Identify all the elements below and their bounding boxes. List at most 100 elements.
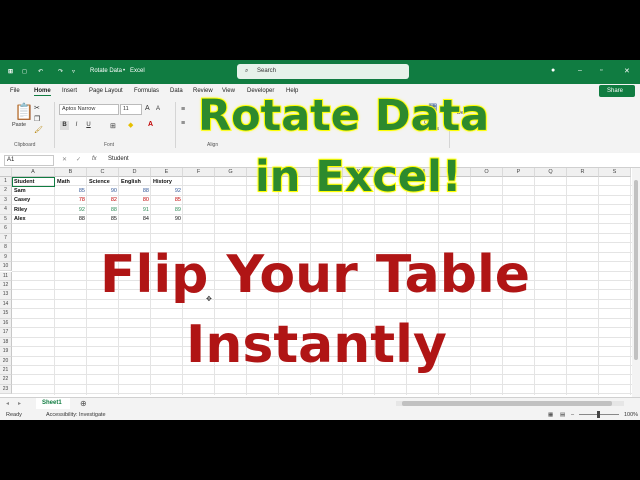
sheet-scroll-right-icon[interactable]: ▸ bbox=[18, 400, 21, 407]
formula-input[interactable]: Student bbox=[108, 156, 129, 162]
table-cell[interactable]: 85 bbox=[55, 188, 85, 194]
column-header[interactable]: F bbox=[183, 168, 215, 177]
table-cell[interactable]: Casey bbox=[14, 197, 30, 203]
table-cell[interactable]: 89 bbox=[151, 207, 181, 213]
table-cell[interactable]: 92 bbox=[55, 207, 85, 213]
vertical-scrollbar[interactable] bbox=[632, 168, 640, 400]
font-size-select[interactable]: 11 bbox=[120, 104, 142, 115]
column-header[interactable]: S bbox=[599, 168, 631, 177]
tab-file[interactable]: File bbox=[10, 88, 20, 94]
close-icon[interactable]: ✕ bbox=[624, 67, 630, 75]
sheet-scroll-left-icon[interactable]: ◂ bbox=[6, 400, 9, 407]
row-header[interactable]: 3 bbox=[0, 195, 12, 206]
row-header[interactable]: 9 bbox=[0, 252, 12, 263]
table-cell[interactable]: 88 bbox=[119, 188, 149, 194]
row-header[interactable]: 16 bbox=[0, 318, 12, 329]
font-name-select[interactable]: Aptos Narrow bbox=[59, 104, 119, 115]
select-all-corner[interactable] bbox=[0, 168, 12, 177]
table-cell[interactable]: 91 bbox=[119, 207, 149, 213]
column-header[interactable]: Q bbox=[535, 168, 567, 177]
zoom-level[interactable]: 100% bbox=[624, 412, 638, 418]
italic-button[interactable]: I bbox=[72, 121, 81, 130]
column-header[interactable]: D bbox=[119, 168, 151, 177]
column-header[interactable]: E bbox=[151, 168, 183, 177]
table-cell[interactable]: 82 bbox=[87, 197, 117, 203]
column-header[interactable]: C bbox=[87, 168, 119, 177]
font-color-icon[interactable]: A bbox=[148, 121, 153, 128]
maximize-icon[interactable]: ▫ bbox=[600, 67, 602, 74]
minimize-icon[interactable]: – bbox=[578, 67, 582, 74]
table-cell[interactable]: 88 bbox=[87, 207, 117, 213]
table-cell[interactable]: History bbox=[153, 179, 172, 185]
borders-icon[interactable]: ⊞ bbox=[110, 122, 116, 130]
cut-icon[interactable]: ✂ bbox=[34, 104, 40, 112]
table-cell[interactable]: Sam bbox=[14, 188, 26, 194]
row-header[interactable]: 14 bbox=[0, 299, 12, 310]
formula-enter-icon[interactable]: ✓ bbox=[76, 156, 81, 163]
vertical-scroll-thumb[interactable] bbox=[634, 180, 638, 360]
tab-home[interactable]: Home bbox=[34, 88, 51, 96]
zoom-slider-thumb[interactable] bbox=[597, 411, 600, 418]
paste-icon[interactable]: 📋 bbox=[14, 102, 34, 122]
table-cell[interactable]: 88 bbox=[55, 216, 85, 222]
name-box[interactable]: A1 bbox=[4, 155, 54, 166]
row-header[interactable]: 8 bbox=[0, 243, 12, 253]
decrease-font-icon[interactable]: A bbox=[156, 106, 160, 112]
tab-insert[interactable]: Insert bbox=[62, 88, 77, 94]
search-input[interactable]: ⌕ Search bbox=[237, 64, 409, 79]
horizontal-scroll-thumb[interactable] bbox=[402, 401, 612, 406]
fill-color-icon[interactable]: ◆ bbox=[128, 121, 133, 129]
column-header[interactable]: G bbox=[215, 168, 247, 177]
formula-cancel-icon[interactable]: ✕ bbox=[62, 156, 67, 163]
column-header[interactable]: B bbox=[55, 168, 87, 177]
row-header[interactable]: 19 bbox=[0, 347, 12, 357]
insert-function-icon[interactable]: fx bbox=[92, 156, 97, 162]
underline-button[interactable]: U bbox=[84, 121, 93, 130]
row-header[interactable]: 18 bbox=[0, 337, 12, 348]
redo-icon[interactable]: ↷ bbox=[58, 68, 63, 75]
row-header[interactable]: 23 bbox=[0, 384, 12, 395]
tab-page-layout[interactable]: Page Layout bbox=[89, 88, 123, 94]
row-header[interactable]: 1 bbox=[0, 177, 12, 187]
table-cell[interactable]: 80 bbox=[119, 197, 149, 203]
undo-icon[interactable]: ↶ bbox=[38, 68, 43, 75]
table-cell[interactable]: 85 bbox=[87, 216, 117, 222]
row-header[interactable]: 11 bbox=[0, 271, 12, 281]
table-cell[interactable]: Math bbox=[57, 179, 70, 185]
table-cell[interactable]: Riley bbox=[14, 207, 27, 213]
table-cell[interactable]: 92 bbox=[151, 188, 181, 194]
zoom-out-icon[interactable]: – bbox=[571, 412, 574, 418]
table-cell[interactable]: 85 bbox=[151, 197, 181, 203]
add-sheet-icon[interactable]: ⊕ bbox=[80, 399, 87, 408]
row-header[interactable]: 15 bbox=[0, 309, 12, 319]
row-header[interactable]: 10 bbox=[0, 262, 12, 272]
paste-label[interactable]: Paste bbox=[12, 122, 26, 128]
table-cell[interactable]: Alex bbox=[14, 216, 26, 222]
row-header[interactable]: 13 bbox=[0, 290, 12, 300]
column-header[interactable]: O bbox=[471, 168, 503, 177]
table-cell[interactable]: 84 bbox=[119, 216, 149, 222]
copy-icon[interactable]: ❐ bbox=[34, 115, 40, 123]
table-cell[interactable]: Student bbox=[14, 179, 34, 185]
table-cell[interactable]: English bbox=[121, 179, 141, 185]
column-header[interactable]: A bbox=[12, 168, 55, 177]
column-header[interactable]: P bbox=[503, 168, 535, 177]
column-header[interactable]: R bbox=[567, 168, 599, 177]
format-painter-icon[interactable]: 🖌 bbox=[34, 126, 43, 134]
align-left-icon[interactable]: ≡ bbox=[181, 120, 185, 127]
row-header[interactable]: 12 bbox=[0, 280, 12, 291]
row-header[interactable]: 5 bbox=[0, 214, 12, 225]
row-header[interactable]: 4 bbox=[0, 205, 12, 215]
row-header[interactable]: 22 bbox=[0, 375, 12, 385]
account-avatar[interactable]: ● bbox=[551, 67, 555, 74]
accessibility-status[interactable]: Accessibility: Investigate bbox=[46, 412, 106, 418]
row-header[interactable]: 20 bbox=[0, 356, 12, 366]
row-header[interactable]: 6 bbox=[0, 224, 12, 234]
row-header[interactable]: 17 bbox=[0, 328, 12, 338]
increase-font-icon[interactable]: A bbox=[145, 105, 150, 112]
row-header[interactable]: 2 bbox=[0, 186, 12, 196]
table-cell[interactable]: 78 bbox=[55, 197, 85, 203]
bold-button[interactable]: B bbox=[60, 121, 69, 130]
row-header[interactable]: 21 bbox=[0, 366, 12, 376]
table-cell[interactable]: Science bbox=[89, 179, 110, 185]
